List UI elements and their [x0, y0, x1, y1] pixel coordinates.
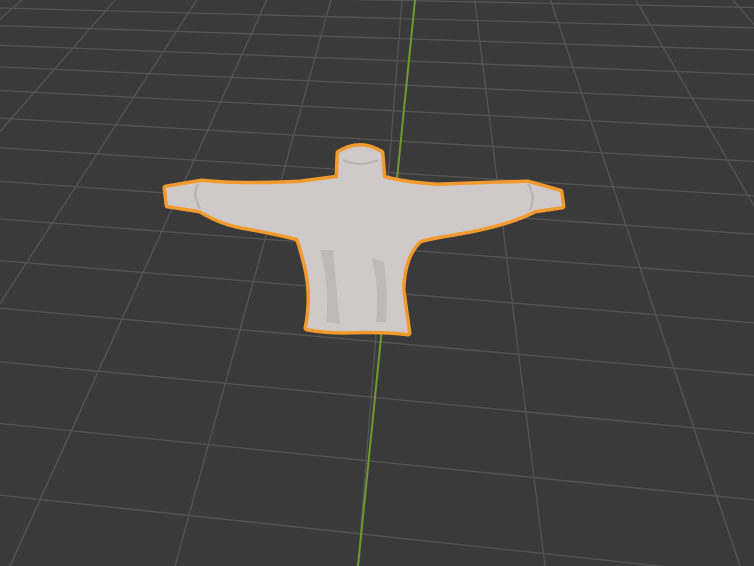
3d-viewport[interactable]	[0, 0, 754, 566]
viewport-canvas[interactable]	[0, 0, 754, 566]
